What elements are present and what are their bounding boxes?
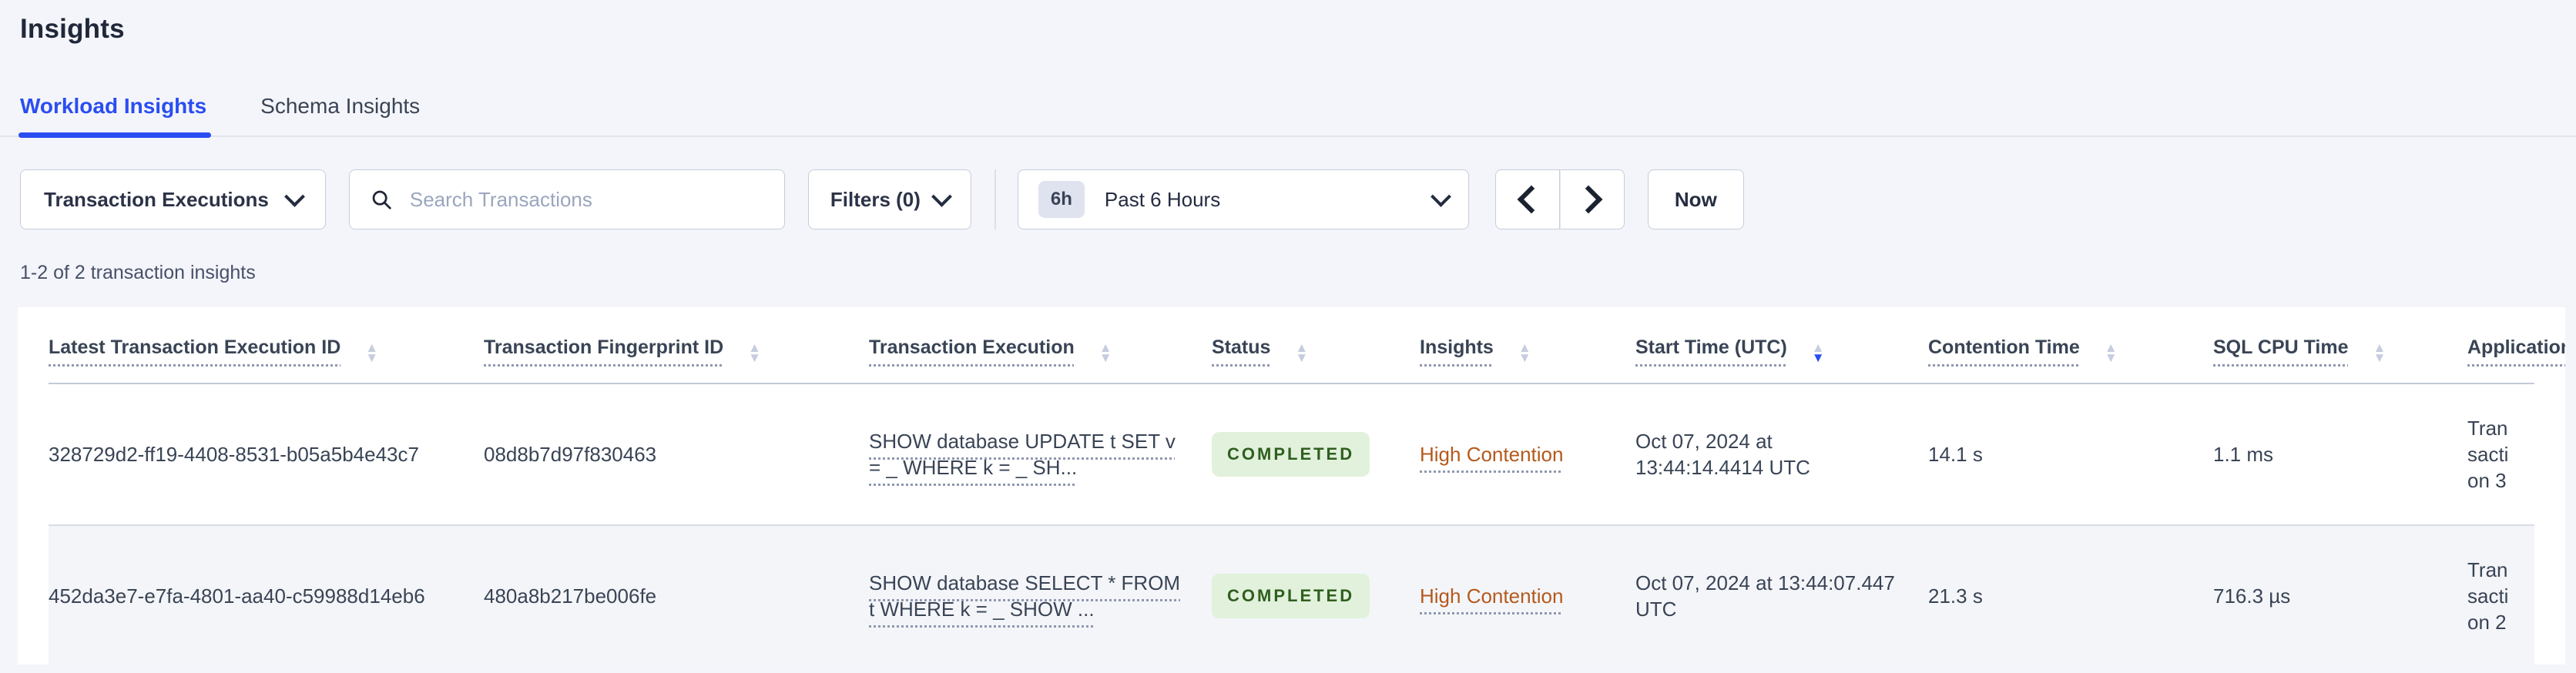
tabs: Workload Insights Schema Insights bbox=[0, 94, 2576, 138]
column-label: Start Time (UTC) bbox=[1635, 336, 1787, 358]
cell-start: Oct 07, 2024 at 13:44:14.4414 UTC bbox=[1635, 430, 1810, 479]
status-badge: COMPLETED bbox=[1212, 574, 1370, 618]
search-input[interactable] bbox=[408, 186, 764, 213]
cell-id: 452da3e7-e7fa-4801-aa40-c59988d14eb6 bbox=[49, 524, 484, 665]
sort-icon[interactable]: ▲ ▼ bbox=[1518, 341, 1531, 364]
chevron-left-icon bbox=[1517, 185, 1546, 214]
column-label: Transaction Execution bbox=[869, 336, 1075, 358]
transaction-execution-link[interactable]: SHOW database SELECT * FROM t WHERE k = … bbox=[869, 571, 1180, 621]
previous-time-range-button[interactable] bbox=[1494, 169, 1560, 229]
table-header-row: Latest Transaction Execution ID ▲ ▼ Transac… bbox=[49, 307, 2565, 384]
column-header-contention[interactable]: Contention Time ▲ ▼ bbox=[1928, 307, 2213, 384]
transaction-execution-link[interactable]: SHOW database UPDATE t SET v = _ WHERE k… bbox=[869, 430, 1176, 479]
execution-type-label: Transaction Executions bbox=[44, 187, 269, 211]
cell-start: Oct 07, 2024 at 13:44:07.447 UTC bbox=[1635, 524, 1928, 665]
search-icon bbox=[372, 190, 391, 209]
insight-link[interactable]: High Contention bbox=[1420, 584, 1563, 608]
cell-status: COMPLETED bbox=[1212, 524, 1420, 665]
column-label: Contention Time bbox=[1928, 336, 2080, 358]
cell-insights: High Contention bbox=[1420, 524, 1635, 665]
column-label: Application Name bbox=[2467, 336, 2565, 358]
toolbar-divider bbox=[994, 169, 996, 229]
cell-app: Transaction 2 bbox=[2467, 524, 2534, 665]
column-label: Transaction Fingerprint ID bbox=[484, 336, 724, 358]
column-header-fingerprint[interactable]: Transaction Fingerprint ID ▲ ▼ bbox=[484, 307, 869, 384]
chevron-right-icon bbox=[1574, 185, 1603, 214]
column-header-cpu[interactable]: SQL CPU Time ▲ ▼ bbox=[2213, 307, 2467, 384]
cell-id: 328729d2-ff19-4408-8531-b05a5b4e43c7 bbox=[49, 443, 419, 466]
cell-fingerprint: 08d8b7d97f830463 bbox=[484, 443, 657, 466]
insights-table: Latest Transaction Execution ID ▲ ▼ Transac… bbox=[49, 307, 2565, 665]
column-label: Status bbox=[1212, 336, 1271, 358]
chevron-down-icon bbox=[283, 186, 305, 207]
column-label: Latest Transaction Execution ID bbox=[49, 336, 341, 358]
now-button[interactable]: Now bbox=[1647, 169, 1744, 229]
time-range-badge: 6h bbox=[1038, 181, 1085, 218]
cell-execution: SHOW database UPDATE t SET v = _ WHERE k… bbox=[869, 383, 1212, 525]
cell-status: COMPLETED bbox=[1212, 383, 1420, 525]
cell-cpu: 716.3 µs bbox=[2213, 524, 2467, 665]
sort-icon[interactable]: ▲ ▼ bbox=[1099, 341, 1112, 364]
page-title: Insights bbox=[20, 14, 125, 44]
time-range-label: Past 6 Hours bbox=[1104, 187, 1221, 211]
cell-fingerprint: 480a8b217be006fe bbox=[484, 524, 869, 665]
sort-icon[interactable]: ▲ ▼ bbox=[1812, 341, 1825, 364]
column-label: Insights bbox=[1420, 336, 1494, 358]
column-header-app[interactable]: Application Name▲▼ bbox=[2467, 307, 2565, 384]
sort-icon[interactable]: ▲ ▼ bbox=[2373, 341, 2386, 364]
cell-contention: 21.3 s bbox=[1928, 524, 2213, 665]
execution-type-dropdown[interactable]: Transaction Executions bbox=[20, 169, 326, 229]
cell-insights: High Contention bbox=[1420, 383, 1635, 525]
sort-icon[interactable]: ▲ ▼ bbox=[2105, 341, 2118, 364]
time-range-dropdown[interactable]: 6h Past 6 Hours bbox=[1017, 169, 1469, 229]
results-summary: 1-2 of 2 transaction insights bbox=[20, 262, 256, 283]
filters-label: Filters (0) bbox=[830, 187, 921, 211]
column-header-insights[interactable]: Insights ▲ ▼ bbox=[1420, 307, 1635, 384]
time-nav-group bbox=[1494, 169, 1625, 229]
table-row: 328729d2-ff19-4408-8531-b05a5b4e43c7 08d8… bbox=[49, 383, 2534, 525]
column-header-execution[interactable]: Transaction Execution ▲ ▼ bbox=[869, 307, 1212, 384]
sort-icon[interactable]: ▲ ▼ bbox=[1295, 341, 1308, 364]
search-box[interactable] bbox=[348, 169, 785, 229]
cell-cpu: 1.1 ms bbox=[2213, 443, 2274, 466]
table-row: 452da3e7-e7fa-4801-aa40-c59988d14eb6 480a… bbox=[49, 524, 2534, 665]
toolbar: Transaction Executions Filters (0) 6h Pa… bbox=[20, 169, 2556, 229]
tab-workload-insights[interactable]: Workload Insights bbox=[18, 94, 212, 138]
insight-link[interactable]: High Contention bbox=[1420, 443, 1563, 466]
column-header-status[interactable]: Status ▲ ▼ bbox=[1212, 307, 1420, 384]
cell-execution: SHOW database SELECT * FROM t WHERE k = … bbox=[869, 524, 1212, 665]
status-badge: COMPLETED bbox=[1212, 432, 1370, 477]
chevron-down-icon bbox=[931, 186, 952, 207]
next-time-range-button[interactable] bbox=[1559, 169, 1625, 229]
insights-table-container: Latest Transaction Execution ID ▲ ▼ Transac… bbox=[18, 307, 2565, 665]
cell-app: Transaction 3 bbox=[2467, 417, 2509, 492]
chevron-down-icon bbox=[1430, 186, 1451, 207]
column-header-start[interactable]: Start Time (UTC) ▲ ▼ bbox=[1635, 307, 1928, 384]
now-label: Now bbox=[1674, 187, 1717, 211]
sort-icon[interactable]: ▲ ▼ bbox=[748, 341, 761, 364]
cell-contention: 14.1 s bbox=[1928, 443, 1983, 466]
column-label: SQL CPU Time bbox=[2213, 336, 2349, 358]
sort-icon[interactable]: ▲ ▼ bbox=[365, 341, 378, 364]
filters-button[interactable]: Filters (0) bbox=[807, 169, 971, 229]
column-header-id[interactable]: Latest Transaction Execution ID ▲ ▼ bbox=[49, 307, 484, 384]
tab-schema-insights[interactable]: Schema Insights bbox=[260, 94, 420, 136]
